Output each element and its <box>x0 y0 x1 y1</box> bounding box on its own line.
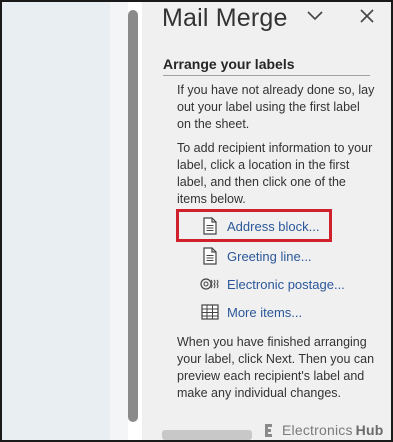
instruction-paragraph-3: When you have finished arranging your la… <box>177 335 375 400</box>
greeting-line-link[interactable]: Greeting line... <box>199 245 312 267</box>
instruction-paragraph-1: If you have not already done so, lay out… <box>177 83 375 131</box>
pane-splitter[interactable] <box>128 10 138 422</box>
mail-merge-pane: Mail Merge Arrange your labels If you ha… <box>142 2 391 440</box>
screenshot-frame: Mail Merge Arrange your labels If you ha… <box>0 0 393 442</box>
watermark-text-a: Electronics <box>282 422 353 438</box>
address-block-label: Address block... <box>227 218 320 234</box>
watermark: Electronics Hub <box>262 422 384 438</box>
document-icon <box>199 246 221 266</box>
document-page-edge <box>110 2 128 440</box>
address-block-link[interactable]: Address block... <box>199 215 320 237</box>
table-icon <box>199 302 221 322</box>
section-title: Arrange your labels <box>163 56 295 72</box>
electronic-postage-link[interactable]: Electronic postage... <box>199 273 345 295</box>
next-step-hint <box>162 430 252 440</box>
chevron-down-icon[interactable] <box>305 6 325 26</box>
postage-icon <box>199 274 221 294</box>
close-icon[interactable] <box>357 6 377 26</box>
instruction-paragraph-2: To add recipient information to your lab… <box>177 141 373 206</box>
section-divider <box>163 75 370 76</box>
greeting-line-label: Greeting line... <box>227 248 312 264</box>
more-items-link[interactable]: More items... <box>199 301 302 323</box>
more-items-label: More items... <box>227 304 303 320</box>
watermark-text-b: Hub <box>355 422 384 438</box>
electronic-postage-label: Electronic postage... <box>227 276 345 292</box>
document-icon <box>199 216 221 236</box>
watermark-logo-icon <box>262 422 278 438</box>
pane-title: Mail Merge <box>162 4 288 32</box>
